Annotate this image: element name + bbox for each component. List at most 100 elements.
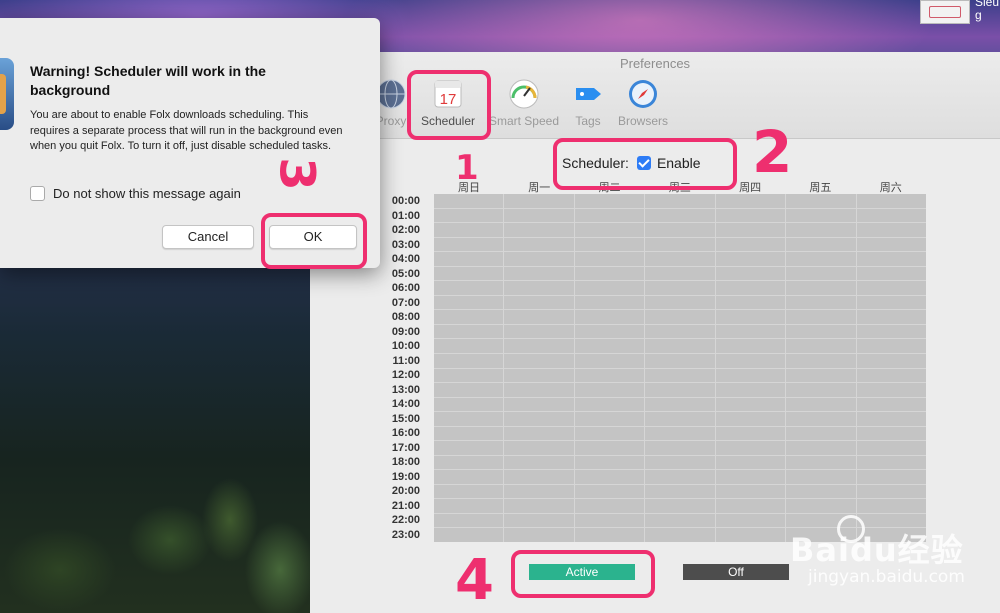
schedule-cell[interactable] xyxy=(574,513,645,528)
schedule-cell[interactable] xyxy=(645,412,715,426)
schedule-cell[interactable] xyxy=(574,499,645,513)
schedule-cell[interactable] xyxy=(786,208,856,223)
schedule-cell[interactable] xyxy=(645,513,715,528)
schedule-cell[interactable] xyxy=(715,513,786,528)
schedule-cell[interactable] xyxy=(856,339,926,353)
schedule-cell[interactable] xyxy=(856,426,926,441)
schedule-cell[interactable] xyxy=(574,339,645,353)
schedule-cell[interactable] xyxy=(786,484,856,499)
schedule-cell[interactable] xyxy=(786,426,856,441)
schedule-cell[interactable] xyxy=(856,223,926,237)
schedule-cell[interactable] xyxy=(504,295,574,310)
schedule-cell[interactable] xyxy=(645,426,715,441)
schedule-cell[interactable] xyxy=(504,470,574,484)
schedule-cell[interactable] xyxy=(434,397,504,412)
schedule-cell[interactable] xyxy=(856,252,926,266)
schedule-cell[interactable] xyxy=(786,412,856,426)
tab-smart-speed[interactable]: Smart Speed xyxy=(486,78,562,134)
schedule-cell[interactable] xyxy=(434,324,504,339)
schedule-cell[interactable] xyxy=(574,470,645,484)
schedule-cell[interactable] xyxy=(715,368,786,383)
schedule-cell[interactable] xyxy=(786,499,856,513)
schedule-cell[interactable] xyxy=(786,310,856,324)
schedule-cell[interactable] xyxy=(434,252,504,266)
schedule-cell[interactable] xyxy=(856,368,926,383)
schedule-cell[interactable] xyxy=(786,339,856,353)
schedule-cell[interactable] xyxy=(574,223,645,237)
schedule-cell[interactable] xyxy=(574,426,645,441)
schedule-cell[interactable] xyxy=(434,412,504,426)
schedule-cell[interactable] xyxy=(434,194,504,208)
schedule-cell[interactable] xyxy=(434,353,504,368)
schedule-cell[interactable] xyxy=(786,383,856,397)
schedule-cell[interactable] xyxy=(434,339,504,353)
schedule-cell[interactable] xyxy=(574,528,645,542)
schedule-cell[interactable] xyxy=(786,252,856,266)
schedule-cell[interactable] xyxy=(645,266,715,281)
schedule-cell[interactable] xyxy=(434,513,504,528)
schedule-cell[interactable] xyxy=(504,194,574,208)
schedule-cell[interactable] xyxy=(786,397,856,412)
schedule-cell[interactable] xyxy=(856,237,926,252)
schedule-grid[interactable] xyxy=(434,194,926,542)
schedule-cell[interactable] xyxy=(434,237,504,252)
schedule-cell[interactable] xyxy=(434,499,504,513)
schedule-cell[interactable] xyxy=(504,484,574,499)
schedule-cell[interactable] xyxy=(574,441,645,455)
schedule-cell[interactable] xyxy=(504,513,574,528)
schedule-cell[interactable] xyxy=(715,324,786,339)
schedule-cell[interactable] xyxy=(574,324,645,339)
schedule-cell[interactable] xyxy=(715,470,786,484)
schedule-cell[interactable] xyxy=(786,324,856,339)
schedule-cell[interactable] xyxy=(574,383,645,397)
schedule-cell[interactable] xyxy=(504,441,574,455)
schedule-cell[interactable] xyxy=(715,528,786,542)
schedule-cell[interactable] xyxy=(856,266,926,281)
schedule-cell[interactable] xyxy=(715,412,786,426)
schedule-cell[interactable] xyxy=(715,455,786,470)
dont-show-again-checkbox[interactable] xyxy=(30,185,45,201)
schedule-cell[interactable] xyxy=(645,470,715,484)
schedule-cell[interactable] xyxy=(715,441,786,455)
schedule-cell[interactable] xyxy=(504,528,574,542)
schedule-cell[interactable] xyxy=(434,455,504,470)
schedule-cell[interactable] xyxy=(645,441,715,455)
schedule-cell[interactable] xyxy=(504,368,574,383)
schedule-cell[interactable] xyxy=(786,223,856,237)
tab-tags[interactable]: Tags xyxy=(568,78,608,134)
dont-show-again-row[interactable]: Do not show this message again xyxy=(30,184,241,202)
schedule-cell[interactable] xyxy=(504,455,574,470)
schedule-cell[interactable] xyxy=(715,397,786,412)
schedule-cell[interactable] xyxy=(856,353,926,368)
schedule-cell[interactable] xyxy=(715,353,786,368)
schedule-cell[interactable] xyxy=(645,324,715,339)
schedule-cell[interactable] xyxy=(715,208,786,223)
cancel-button[interactable]: Cancel xyxy=(162,225,254,249)
schedule-cell[interactable] xyxy=(574,310,645,324)
schedule-cell[interactable] xyxy=(504,412,574,426)
schedule-cell[interactable] xyxy=(574,281,645,295)
schedule-cell[interactable] xyxy=(715,252,786,266)
schedule-cell[interactable] xyxy=(574,295,645,310)
schedule-cell[interactable] xyxy=(574,194,645,208)
schedule-cell[interactable] xyxy=(504,397,574,412)
schedule-cell[interactable] xyxy=(504,266,574,281)
schedule-cell[interactable] xyxy=(856,484,926,499)
schedule-cell[interactable] xyxy=(856,470,926,484)
schedule-cell[interactable] xyxy=(574,237,645,252)
schedule-cell[interactable] xyxy=(715,426,786,441)
schedule-cell[interactable] xyxy=(645,237,715,252)
schedule-cell[interactable] xyxy=(574,484,645,499)
schedule-cell[interactable] xyxy=(856,499,926,513)
schedule-cell[interactable] xyxy=(645,397,715,412)
schedule-cell[interactable] xyxy=(504,310,574,324)
schedule-cell[interactable] xyxy=(786,470,856,484)
schedule-cell[interactable] xyxy=(434,426,504,441)
schedule-cell[interactable] xyxy=(504,324,574,339)
schedule-cell[interactable] xyxy=(715,223,786,237)
schedule-cell[interactable] xyxy=(434,223,504,237)
schedule-cell[interactable] xyxy=(715,339,786,353)
schedule-cell[interactable] xyxy=(786,281,856,295)
schedule-cell[interactable] xyxy=(715,194,786,208)
schedule-cell[interactable] xyxy=(434,368,504,383)
